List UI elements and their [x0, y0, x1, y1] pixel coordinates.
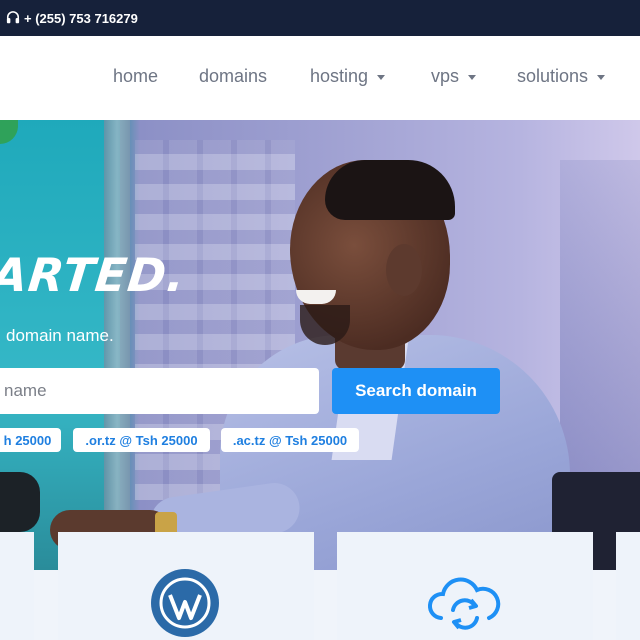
nav-item-domains[interactable]: domains [199, 66, 267, 87]
desk-phone-image [0, 472, 40, 532]
headset-icon [6, 11, 20, 25]
nav-item-vps[interactable]: vps [431, 66, 477, 87]
domain-price-chip[interactable]: h 25000 [0, 428, 61, 452]
feature-card-cloud[interactable] [337, 532, 593, 640]
feature-card-wordpress[interactable] [58, 532, 314, 640]
top-contact-bar: + (255) 753 716279 [0, 0, 640, 36]
nav-item-label: solutions [517, 66, 589, 86]
caret-down-icon [377, 75, 386, 80]
domain-search-input[interactable] [0, 368, 319, 414]
hero-banner: ARTED. domain name. Search domain h 2500… [0, 120, 640, 570]
nav-item-hosting[interactable]: hosting [310, 66, 386, 87]
hero-subheadline: domain name. [6, 326, 114, 345]
feature-card[interactable] [0, 532, 34, 640]
wordpress-icon [150, 568, 220, 638]
main-navigation: home domains hosting vps solutions [0, 36, 640, 120]
nav-item-solutions[interactable]: solutions [517, 66, 606, 87]
caret-down-icon [468, 75, 477, 80]
phone-number[interactable]: + (255) 753 716279 [24, 11, 138, 26]
cloud-sync-icon [427, 574, 503, 632]
nav-item-home[interactable]: home [113, 66, 158, 87]
nav-item-label: vps [431, 66, 460, 86]
domain-price-chip-ac-tz[interactable]: .ac.tz @ Tsh 25000 [221, 428, 359, 452]
nav-item-label: hosting [310, 66, 369, 86]
page: + (255) 753 716279 home domains hosting … [0, 0, 640, 640]
search-domain-button[interactable]: Search domain [332, 368, 500, 414]
nav-item-label: home [113, 66, 159, 86]
hero-headline: ARTED. [0, 248, 189, 302]
hero-person-image [50, 160, 620, 570]
feature-card[interactable] [616, 532, 640, 640]
nav-item-label: domains [199, 66, 268, 86]
caret-down-icon [597, 75, 606, 80]
domain-price-chip-or-tz[interactable]: .or.tz @ Tsh 25000 [73, 428, 210, 452]
